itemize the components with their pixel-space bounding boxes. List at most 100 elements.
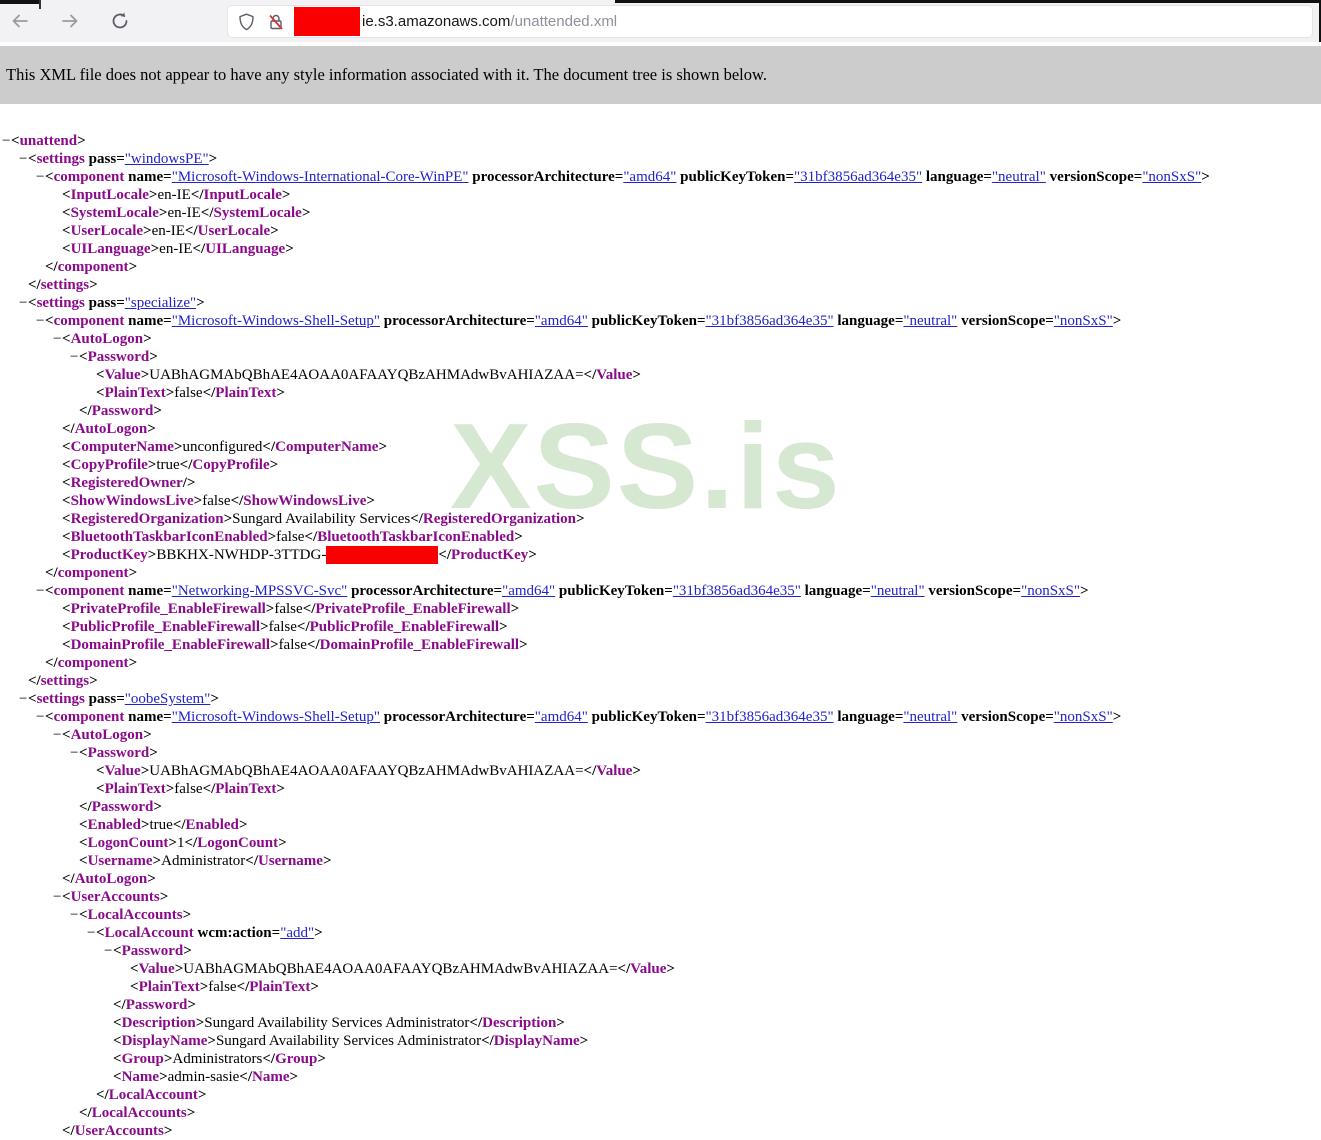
xml-line: </settings> [0,276,1321,294]
collapse-toggle[interactable]: − [19,690,28,708]
collapse-toggle[interactable]: − [19,150,28,168]
address-bar[interactable]: ie.s3.amazonaws.com/unattended.xml [228,6,1312,37]
xml-punct: < [130,961,139,977]
collapse-toggle[interactable]: − [36,312,45,330]
collapse-toggle[interactable]: − [36,582,45,600]
xml-tag-name: Password [125,997,188,1013]
xml-tag-name: unattend [19,133,78,149]
xml-tag-name: LogonCount [197,835,279,851]
xml-punct: > [499,619,508,635]
xml-punct: > [314,925,323,941]
xml-text: true [149,817,173,833]
xml-tag-name: Enabled [87,817,141,833]
xml-attr-name: processorArchitecture [468,169,615,185]
xml-line: </Password> [0,402,1321,420]
xml-punct: > [632,763,641,779]
xml-tag-name: AutoLogon [70,727,144,743]
xml-attr-name: pass [84,295,117,311]
collapse-toggle[interactable]: − [19,294,28,312]
xml-tag-name: Value [630,961,667,977]
xml-punct: > [186,1105,196,1121]
xml-tag-name: LocalAccount [104,925,194,941]
xml-line: <PlainText>false</PlainText> [0,978,1321,996]
xml-punct: </ [184,223,198,239]
xml-punct: < [96,925,105,941]
forward-button[interactable] [56,8,84,36]
xml-line: <PublicProfile_EnableFirewall>false</Pub… [0,618,1321,636]
xml-punct: > [128,655,138,671]
lock-strike-icon[interactable] [267,13,285,31]
collapse-toggle[interactable]: − [2,132,11,150]
shield-icon[interactable] [238,13,255,31]
xml-punct: </ [306,637,320,653]
xml-line: </LocalAccount> [0,1086,1321,1104]
collapse-toggle[interactable]: − [53,888,62,906]
xml-punct: < [62,511,71,527]
xml-punct: </ [96,1087,109,1103]
xml-tag-name: AutoLogon [70,331,144,347]
xml-tag-name: DomainProfile_EnableFirewall [70,637,270,653]
collapse-toggle[interactable]: − [87,924,96,942]
xml-line: </LocalAccounts> [0,1104,1321,1122]
xml-punct: > [270,637,279,653]
collapse-toggle[interactable]: − [53,330,62,348]
nav-buttons [6,7,134,37]
xml-punct: > [140,367,150,383]
xml-punct: </ [304,529,318,545]
xml-punct: </ [179,457,193,473]
xml-line: −<LocalAccounts> [0,906,1321,924]
xml-punct: > [128,259,138,275]
xml-tag-name: settings [40,673,90,689]
xml-punct: < [96,385,105,401]
reload-button[interactable] [106,8,134,36]
xml-line: <Value>UABhAGMAbQBhAE4AOAA0AFAAYQBzAHMAd… [0,366,1321,384]
xml-tag-name: Value [138,961,175,977]
xml-line: <BluetoothTaskbarIconEnabled>false</Blue… [0,528,1321,546]
xml-punct: = [1012,583,1022,599]
back-button[interactable] [6,8,34,36]
xml-tag-name: PlainText [138,979,200,995]
xml-punct: > [143,331,152,347]
collapse-toggle[interactable]: − [70,906,79,924]
xml-attr-name: name [124,583,164,599]
collapse-toggle[interactable]: − [53,726,62,744]
xml-punct: = [1045,709,1054,725]
xml-punct: > [1112,709,1122,725]
collapse-toggle[interactable]: − [70,348,79,366]
xml-line: −<component name="Microsoft-Windows-Shel… [0,708,1321,726]
xml-punct: </ [583,763,597,779]
xml-text: en-IE [151,223,185,239]
xml-text: BBKHX-NWHDP-3TTDG- [156,547,327,563]
xml-attr-value: "specialize" [124,295,197,311]
xml-text: Administrator [161,853,246,869]
xml-punct: </ [45,565,58,581]
xml-line: −<settings pass="windowsPE"> [0,150,1321,168]
xml-line: −<component name="Microsoft-Windows-Inte… [0,168,1321,186]
xml-punct: < [62,727,71,743]
xml-tag-name: UILanguage [205,241,286,257]
reload-icon [110,11,130,34]
collapse-toggle[interactable]: − [36,168,45,186]
xml-text: UABhAGMAbQBhAE4AOAA0AFAAYQBzAHMAdwBvAHIA… [149,763,584,779]
xml-punct: = [664,583,673,599]
xml-tag-name: UserLocale [70,223,144,239]
xml-line: −<component name="Microsoft-Windows-Shel… [0,312,1321,330]
xml-tag-name: Value [596,367,633,383]
xml-punct: = [116,151,125,167]
xml-attr-value: "nonSxS" [1053,709,1113,725]
xml-tag-name: PlainText [215,781,277,797]
xml-tag-name: Group [121,1051,164,1067]
xml-tag-name: ProductKey [451,547,529,563]
xml-tag-name: ComputerName [275,439,379,455]
xml-punct: </ [62,421,75,437]
collapse-toggle[interactable]: − [70,744,79,762]
xml-tag-name: RegisteredOrganization [70,511,224,527]
xml-punct: </ [245,853,258,869]
collapse-toggle[interactable]: − [36,708,45,726]
forward-arrow-icon [60,11,80,34]
xml-attr-name: pass [84,691,117,707]
collapse-toggle[interactable]: − [104,942,113,960]
xml-punct: < [62,241,71,257]
xml-tag-name: DisplayName [121,1033,208,1049]
xml-punct: </ [190,187,204,203]
